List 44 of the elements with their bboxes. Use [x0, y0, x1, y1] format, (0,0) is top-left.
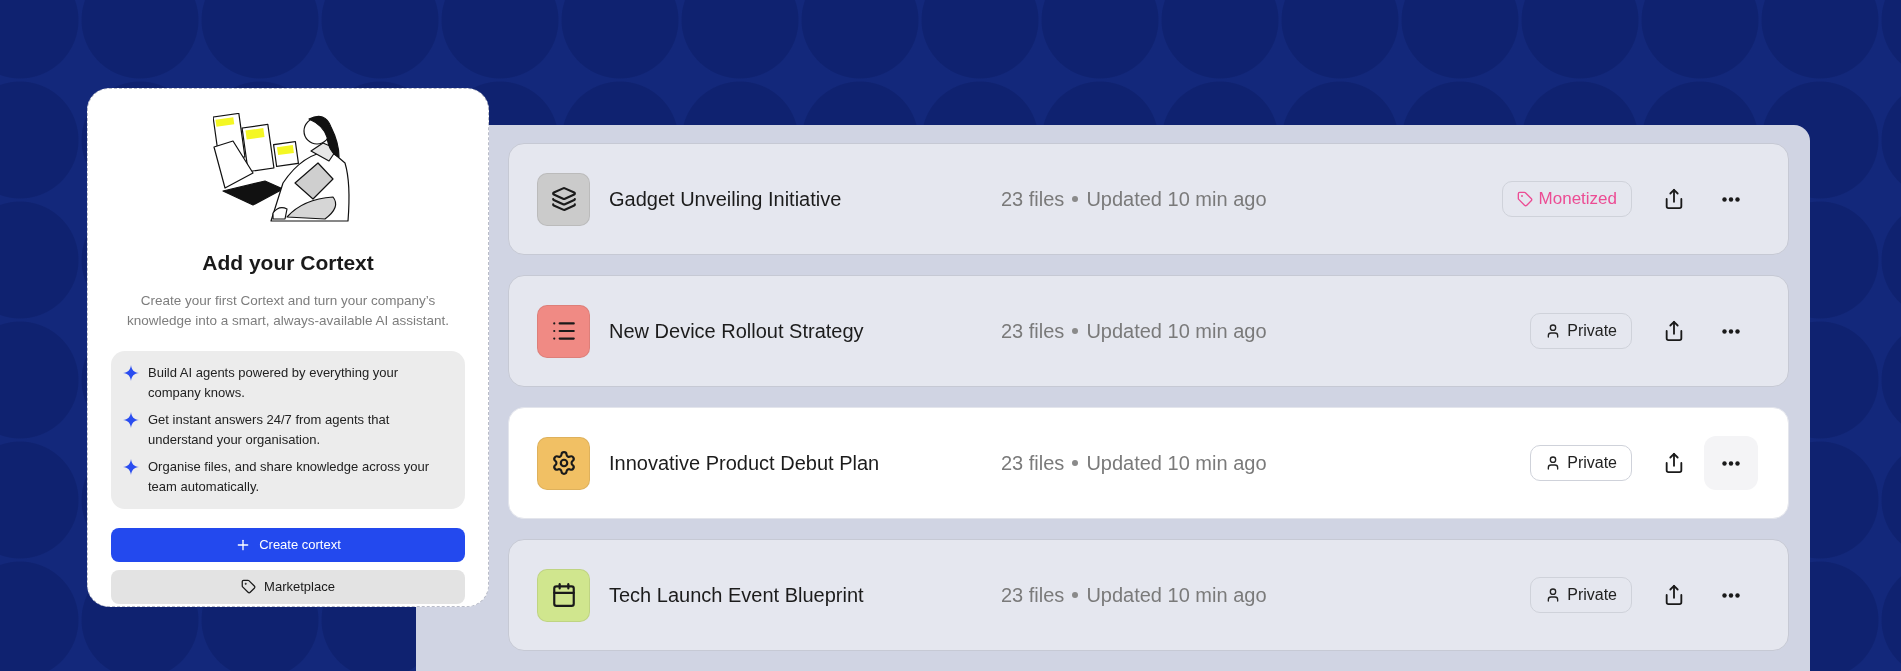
- cortext-row[interactable]: Gadget Unveiling Initiative 23 files Updated 10 min ago Monetized: [508, 143, 1789, 255]
- cortext-row[interactable]: Tech Launch Event Blueprint 23 files Updated 10 min ago Private: [508, 539, 1789, 651]
- more-icon: [1722, 328, 1740, 334]
- gear-icon: [550, 450, 577, 476]
- cortext-name: Gadget Unveiling Initiative: [609, 187, 843, 212]
- updated-time: Updated 10 min ago: [1086, 319, 1267, 344]
- cortext-name: Innovative Product Debut Plan: [609, 451, 881, 476]
- updated-time: Updated 10 min ago: [1086, 451, 1267, 476]
- tag-icon: [1516, 191, 1533, 207]
- feature-text: Get instant answers 24/7 from agents that understand your organisation.: [148, 410, 391, 449]
- badge-label: Private: [1567, 453, 1617, 473]
- file-count: 23 files: [1001, 319, 1065, 344]
- badge-label: Private: [1567, 585, 1617, 605]
- layers-icon: [550, 186, 577, 212]
- cortext-name: Tech Launch Event Blueprint: [609, 583, 865, 608]
- share-icon: [1663, 452, 1685, 474]
- sparkle-icon: [123, 411, 139, 428]
- marketplace-button[interactable]: Marketplace: [111, 569, 465, 604]
- updated-time: Updated 10 min ago: [1086, 583, 1267, 608]
- more-icon: [1722, 592, 1740, 598]
- file-count: 23 files: [1001, 583, 1065, 608]
- badge-label: Private: [1567, 321, 1617, 341]
- badge-label: Monetized: [1538, 188, 1617, 211]
- sparkle-icon: [123, 364, 139, 381]
- more-icon: [1722, 196, 1740, 202]
- create-cortext-button[interactable]: Create cortext: [111, 527, 465, 562]
- cortext-row[interactable]: New Device Rollout Strategy 23 files Updated 10 min ago Private: [508, 275, 1789, 387]
- cortext-name: New Device Rollout Strategy: [609, 319, 865, 344]
- feature-text: Build AI agents powered by everything your company knows.: [148, 363, 400, 402]
- updated-time: Updated 10 min ago: [1086, 187, 1267, 212]
- calendar-icon: [550, 582, 577, 608]
- feature-text: Organise files, and share knowledge across your team automatically.: [148, 457, 431, 496]
- card-title: Add your Cortext: [201, 250, 375, 276]
- laptop-drawing: [213, 140, 284, 206]
- tag-icon: [241, 579, 257, 594]
- cortext-row[interactable]: Innovative Product Debut Plan 23 files Updated 10 min ago Private: [508, 407, 1789, 519]
- sparkle-icon: [123, 458, 139, 475]
- more-icon: [1722, 460, 1740, 466]
- share-icon: [1663, 320, 1685, 342]
- share-icon: [1663, 584, 1685, 606]
- file-count: 23 files: [1001, 187, 1065, 212]
- file-count: 23 files: [1001, 451, 1065, 476]
- share-icon: [1663, 188, 1685, 210]
- card-description: Create your first Cortext and turn your company’s knowledge into a smart, always-available AI assistant.: [126, 291, 450, 330]
